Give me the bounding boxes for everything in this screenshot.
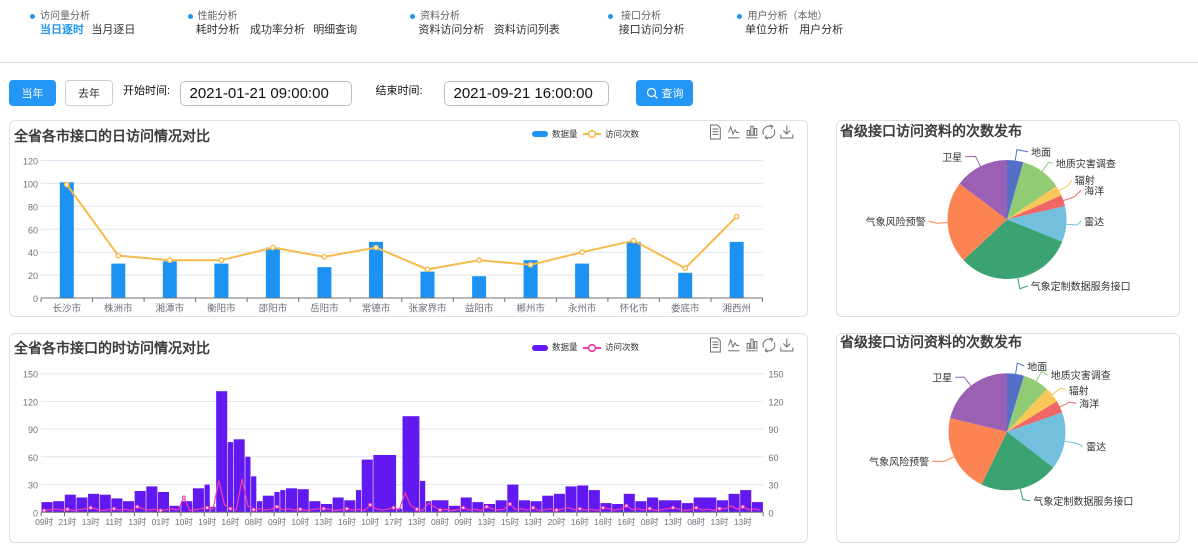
svg-text:13时: 13时	[408, 516, 426, 526]
svg-text:地面: 地面	[1027, 360, 1047, 373]
svg-text:0: 0	[769, 508, 774, 518]
svg-text:13时: 13时	[82, 516, 100, 526]
svg-text:气象风险预警: 气象风险预警	[869, 455, 929, 468]
svg-text:19时: 19时	[198, 516, 216, 526]
svg-text:13时: 13时	[664, 516, 682, 526]
svg-text:16时: 16时	[571, 516, 589, 526]
svg-text:10时: 10时	[175, 516, 193, 526]
svg-text:15时: 15时	[501, 516, 519, 526]
svg-text:辐射: 辐射	[1068, 384, 1088, 397]
svg-text:气象风险预警: 气象风险预警	[865, 215, 925, 228]
svg-text:辐射: 辐射	[1074, 174, 1094, 187]
svg-text:13时: 13时	[478, 516, 496, 526]
svg-text:30: 30	[28, 480, 38, 490]
svg-text:90: 90	[769, 425, 779, 435]
svg-text:地质灾害调查: 地质灾害调查	[1050, 369, 1110, 382]
svg-text:16时: 16时	[221, 516, 239, 526]
svg-text:80: 80	[28, 202, 38, 212]
svg-text:娄底市: 娄底市	[671, 303, 700, 315]
svg-text:20时: 20时	[548, 516, 566, 526]
svg-text:湘潭市: 湘潭市	[156, 303, 185, 315]
svg-text:150: 150	[769, 369, 784, 379]
svg-text:16时: 16时	[338, 516, 356, 526]
svg-text:60: 60	[28, 225, 38, 235]
svg-text:01时: 01时	[152, 516, 170, 526]
svg-text:地面: 地面	[1031, 146, 1051, 159]
svg-text:湘西州: 湘西州	[722, 303, 751, 315]
svg-text:雷达: 雷达	[1084, 216, 1104, 228]
svg-text:邵阳市: 邵阳市	[259, 303, 288, 315]
svg-text:08时: 08时	[687, 516, 705, 526]
svg-text:60: 60	[28, 452, 38, 462]
svg-text:60: 60	[769, 452, 779, 462]
svg-text:40: 40	[28, 248, 38, 258]
svg-text:08时: 08时	[431, 516, 449, 526]
svg-text:0: 0	[33, 294, 38, 304]
svg-text:卫星: 卫星	[942, 152, 962, 164]
svg-text:长沙市: 长沙市	[53, 303, 82, 315]
svg-text:13时: 13时	[524, 516, 542, 526]
svg-text:120: 120	[23, 157, 38, 167]
svg-text:株洲市: 株洲市	[104, 303, 133, 315]
svg-text:郴州市: 郴州市	[516, 303, 545, 315]
svg-text:13时: 13时	[315, 516, 333, 526]
svg-text:卫星: 卫星	[932, 372, 952, 384]
svg-text:08时: 08时	[245, 516, 263, 526]
svg-text:常德市: 常德市	[362, 303, 391, 315]
svg-text:怀化市: 怀化市	[619, 303, 648, 315]
svg-text:17时: 17时	[385, 516, 403, 526]
svg-text:120: 120	[769, 397, 784, 407]
svg-text:益阳市: 益阳市	[465, 303, 494, 315]
svg-text:地质灾害调查: 地质灾害调查	[1055, 157, 1115, 170]
svg-text:13时: 13时	[128, 516, 146, 526]
svg-text:张家界市: 张家界市	[408, 303, 447, 315]
svg-text:08时: 08时	[641, 516, 659, 526]
svg-text:10时: 10时	[291, 516, 309, 526]
svg-text:90: 90	[28, 425, 38, 435]
svg-text:11时: 11时	[105, 516, 123, 526]
svg-text:09时: 09时	[454, 516, 472, 526]
svg-text:气象定制数据服务接口: 气象定制数据服务接口	[1030, 280, 1130, 293]
svg-text:16时: 16时	[594, 516, 612, 526]
svg-text:海洋: 海洋	[1084, 185, 1104, 198]
svg-text:13时: 13时	[734, 516, 752, 526]
svg-text:30: 30	[769, 480, 779, 490]
svg-text:13时: 13时	[711, 516, 729, 526]
svg-text:150: 150	[23, 369, 38, 379]
svg-text:120: 120	[23, 397, 38, 407]
svg-text:岳阳市: 岳阳市	[310, 303, 339, 315]
svg-text:100: 100	[23, 179, 38, 189]
svg-text:10时: 10时	[361, 516, 379, 526]
svg-text:永州市: 永州市	[568, 303, 597, 315]
svg-text:16时: 16时	[617, 516, 635, 526]
svg-text:气象定制数据服务接口: 气象定制数据服务接口	[1033, 495, 1133, 508]
svg-text:20: 20	[28, 271, 38, 281]
svg-text:海洋: 海洋	[1079, 397, 1099, 410]
svg-text:09时: 09时	[268, 516, 286, 526]
svg-text:09时: 09时	[35, 516, 53, 526]
svg-text:衡阳市: 衡阳市	[207, 303, 236, 315]
svg-text:雷达: 雷达	[1086, 441, 1106, 453]
svg-text:21时: 21时	[58, 516, 76, 526]
